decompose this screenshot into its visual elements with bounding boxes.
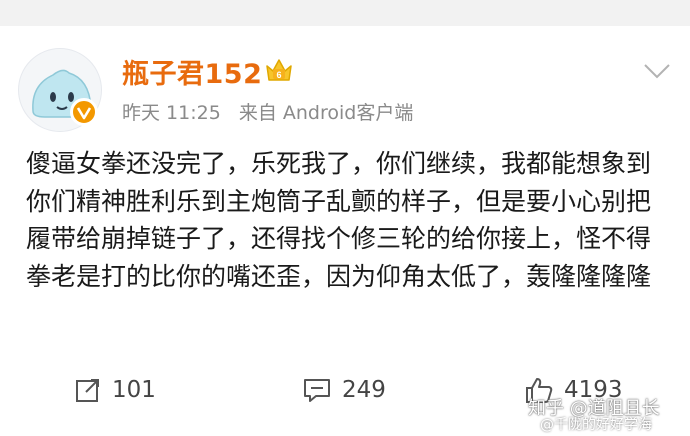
- post-source[interactable]: 来自 Android客户端: [239, 102, 414, 124]
- repost-count: 101: [112, 377, 156, 403]
- chevron-down-icon[interactable]: [642, 62, 672, 80]
- post-time: 昨天 11:25: [122, 102, 221, 124]
- repost-button[interactable]: 101: [74, 370, 156, 410]
- comment-button[interactable]: 249: [302, 370, 386, 410]
- crown-vip-icon[interactable]: 6: [264, 56, 294, 84]
- repost-icon: [76, 379, 99, 402]
- top-separator-band: [0, 0, 690, 26]
- watermark-weibo: @千陇的好好学海: [540, 417, 652, 433]
- post-meta: 昨天 11:25 来自 Android客户端: [122, 98, 425, 125]
- post-text: 傻逼女拳还没完了，乐死我了，你们继续，我都能想象到你们精神胜利乐到主炮筒子乱颤的…: [26, 149, 652, 291]
- svg-text:6: 6: [276, 70, 281, 80]
- comment-icon: [304, 379, 330, 402]
- verified-badge-icon: [70, 98, 98, 126]
- username[interactable]: 瓶子君152: [122, 52, 262, 91]
- comment-count: 249: [342, 377, 386, 403]
